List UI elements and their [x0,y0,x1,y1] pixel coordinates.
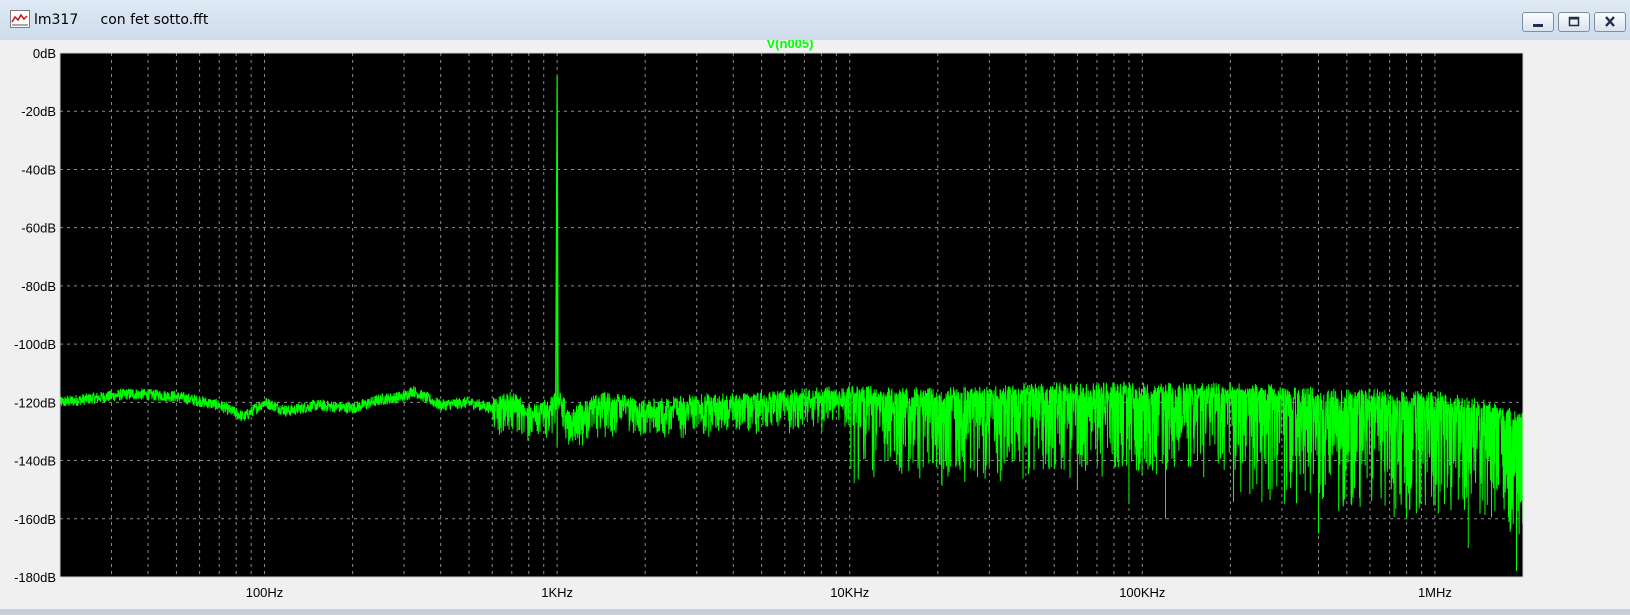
fft-chart[interactable]: 0dB -20dB -40dB -60dB -80dB -100dB -120dB -140d… [0,40,1630,609]
app-window: lm317 con fet sotto.fft 0dB -20dB -40dB -60… [0,0,1630,615]
plot-pane[interactable]: 0dB -20dB -40dB -60dB -80dB -100dB -120dB -140d… [0,40,1630,615]
x-tick-label: 1MHz [1418,585,1452,600]
y-tick-label: -60dB [21,221,56,236]
y-tick-label: 0dB [33,46,56,61]
close-icon [1605,16,1615,27]
x-tick-label: 100Hz [246,585,284,600]
status-bar [0,609,1630,615]
restore-icon [1568,16,1580,27]
x-tick-label: 10KHz [830,585,869,600]
minimize-button[interactable] [1522,12,1554,32]
window-title: lm317 con fet sotto.fft [34,12,209,28]
x-tick-label: 100KHz [1119,585,1165,600]
maximize-button[interactable] [1558,12,1590,32]
y-tick-label: -140dB [14,454,56,469]
y-tick-label: -80dB [21,279,56,294]
waveform-icon [10,10,30,28]
y-tick-label: -100dB [14,337,56,352]
y-tick-label: -160dB [14,512,56,527]
title-bar[interactable]: lm317 con fet sotto.fft [0,0,1630,41]
minimize-icon [1533,24,1543,27]
chart-title: V(n005) [767,40,814,51]
plot-area[interactable] [60,53,1523,577]
close-button[interactable] [1594,12,1626,32]
y-tick-label: -40dB [21,162,56,177]
y-tick-label: -180dB [14,570,56,585]
y-tick-label: -120dB [14,395,56,410]
x-tick-label: 1KHz [541,585,573,600]
y-tick-label: -20dB [21,104,56,119]
